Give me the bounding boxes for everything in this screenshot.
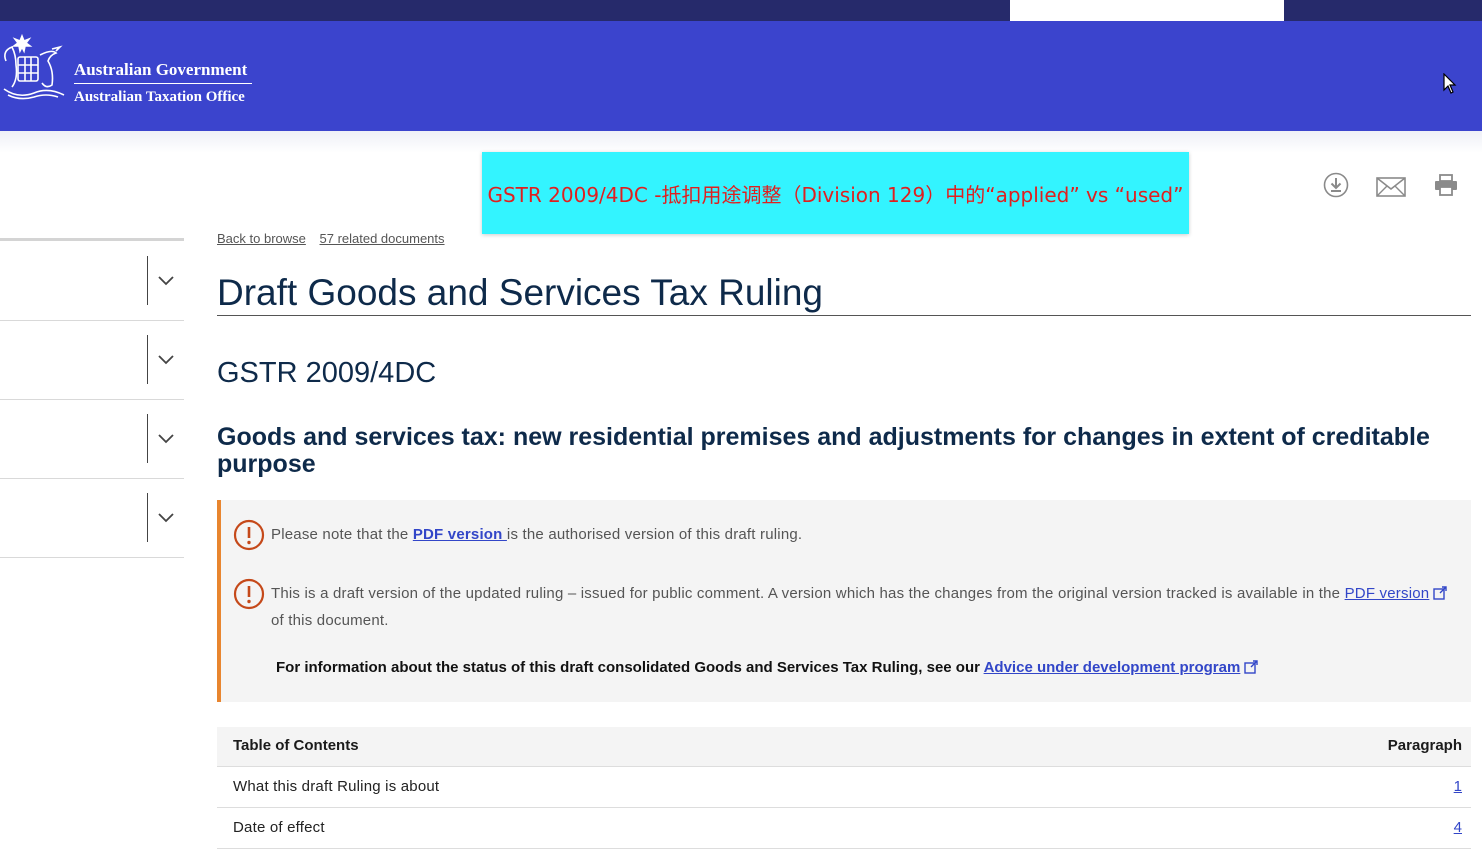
email-icon[interactable]	[1376, 177, 1406, 197]
sidebar-accordion-item[interactable]	[0, 399, 184, 479]
sidebar-accordion-item[interactable]	[0, 241, 184, 321]
external-link-icon	[1244, 660, 1259, 674]
notice-advice-program: For information about the status of this…	[276, 659, 1259, 676]
government-name: Australian Government	[74, 60, 248, 79]
mouse-cursor-icon	[1443, 73, 1457, 94]
toc-header-paragraph: Paragraph	[1387, 737, 1462, 754]
active-top-tab[interactable]	[1010, 0, 1284, 21]
chevron-down-icon[interactable]	[157, 353, 175, 365]
agency-name: Australian Taxation Office	[74, 89, 245, 105]
chevron-down-icon[interactable]	[157, 274, 175, 286]
annotation-banner: GSTR 2009/4DC -抵扣用途调整（Division 129）中的“ap…	[482, 152, 1189, 234]
header-shadow	[0, 131, 1482, 153]
pdf-version-link[interactable]: PDF version	[413, 526, 507, 543]
sidebar-accordion-item[interactable]	[0, 320, 184, 400]
related-documents-link[interactable]: 57 related documents	[320, 231, 445, 246]
page-title: Draft Goods and Services Tax Ruling	[217, 272, 824, 313]
table-row: Date of effect 4	[217, 808, 1471, 849]
breadcrumb: Back to browse 57 related documents	[217, 231, 455, 246]
download-icon[interactable]	[1323, 172, 1349, 198]
accordion-divider	[147, 414, 148, 463]
notice-draft-version: This is a draft version of the updated r…	[271, 580, 1451, 634]
toc-entry-label: What this draft Ruling is about	[233, 778, 440, 795]
back-to-browse-link[interactable]: Back to browse	[217, 231, 306, 246]
table-row: What this draft Ruling is about 1	[217, 767, 1471, 808]
coat-of-arms-icon	[3, 33, 65, 100]
toc-header: Table of Contents Paragraph	[217, 727, 1471, 767]
banner-text: GSTR 2009/4DC -抵扣用途调整（Division 129）中的“ap…	[487, 182, 1184, 207]
accordion-divider	[147, 335, 148, 384]
accordion-divider	[147, 256, 148, 305]
toc-paragraph-link[interactable]: 4	[1454, 819, 1462, 836]
toc-paragraph-link[interactable]: 1	[1454, 778, 1462, 795]
sidebar-accordion-item[interactable]	[0, 478, 184, 558]
chevron-down-icon[interactable]	[157, 432, 175, 444]
chevron-down-icon[interactable]	[157, 511, 175, 523]
notice-pdf-authorised: Please note that the PDF version is the …	[271, 526, 803, 543]
ato-logo[interactable]: Australian Government Australian Taxatio…	[0, 31, 260, 111]
toc-entry-label: Date of effect	[233, 819, 325, 836]
ruling-id: GSTR 2009/4DC	[217, 357, 437, 389]
notice-box: Please note that the PDF version is the …	[217, 500, 1471, 702]
advice-under-development-link[interactable]: Advice under development program	[984, 659, 1241, 676]
warning-icon	[233, 519, 265, 551]
warning-icon	[233, 578, 265, 610]
top-navigation-strip	[0, 0, 1482, 21]
external-link-icon	[1433, 586, 1448, 600]
pdf-version-tracked-link[interactable]: PDF version	[1345, 585, 1430, 602]
toc-header-title: Table of Contents	[233, 737, 359, 754]
title-divider	[217, 315, 1471, 316]
accordion-divider	[147, 493, 148, 542]
print-icon[interactable]	[1434, 174, 1458, 196]
logo-divider	[74, 83, 252, 84]
table-of-contents: Table of Contents Paragraph What this dr…	[217, 727, 1471, 849]
site-header: Australian Government Australian Taxatio…	[0, 21, 1482, 131]
ruling-subject: Goods and services tax: new residential …	[217, 423, 1430, 478]
